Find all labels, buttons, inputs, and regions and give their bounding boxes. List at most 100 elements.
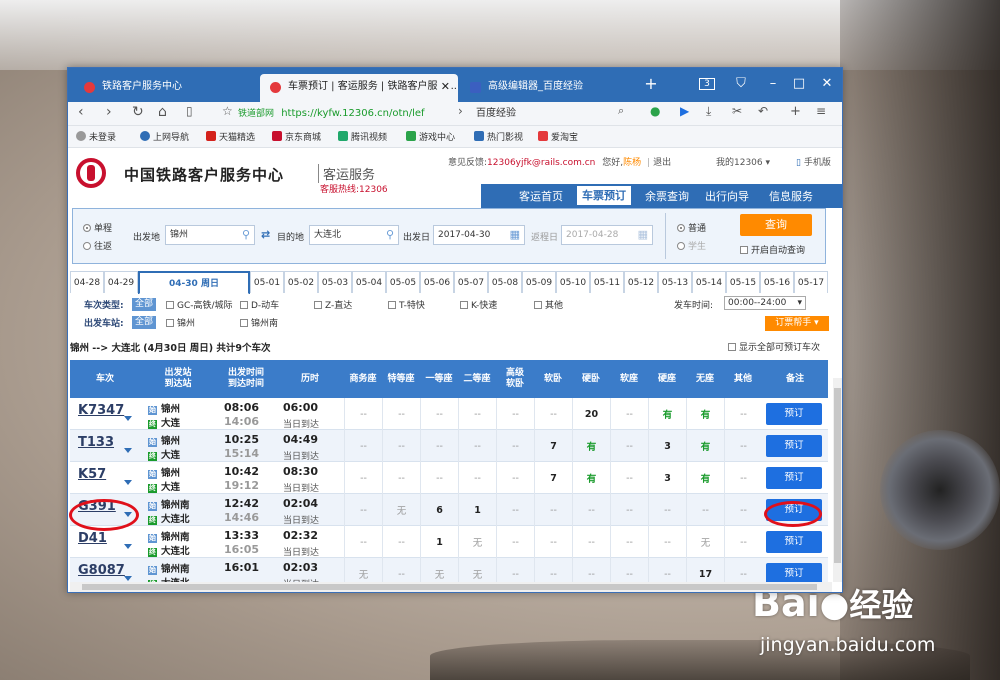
tab-booking[interactable]: 车票预订 | 客运服务 | 铁路客户服务... ✕: [260, 74, 458, 102]
trip-oneway[interactable]: 单程: [83, 221, 112, 234]
chevron-right-icon[interactable]: ›: [458, 104, 463, 118]
book-button[interactable]: 预订: [766, 403, 822, 425]
bookmark-login[interactable]: 未登录: [76, 130, 116, 143]
date-tab[interactable]: 05-05: [386, 271, 420, 293]
nav-info[interactable]: 信息服务: [769, 188, 813, 204]
scrollbar-thumb[interactable]: [82, 584, 817, 590]
train-type-other[interactable]: 其他: [534, 298, 563, 311]
bookmark-tmall[interactable]: 天猫精选: [206, 130, 255, 143]
menu-icon[interactable]: ≡: [816, 104, 826, 118]
bookmark-nav[interactable]: 上网导航: [140, 130, 189, 143]
date-tab[interactable]: 04-28: [70, 271, 104, 293]
tab-editor[interactable]: 高级编辑器_百度经验: [460, 74, 630, 102]
booking-helper-button[interactable]: 订票帮手 ▾: [765, 316, 829, 331]
chevron-down-icon[interactable]: [124, 448, 132, 453]
minimize-button[interactable]: –: [762, 74, 784, 94]
user-name-link[interactable]: 陈杨: [623, 158, 641, 168]
date-tab[interactable]: 05-14: [692, 271, 726, 293]
my12306-menu[interactable]: 我的12306 ▾: [716, 155, 770, 168]
ticket-student[interactable]: 学生: [677, 239, 706, 252]
add-icon[interactable]: +: [790, 104, 801, 119]
date-tab[interactable]: 04-29: [104, 271, 138, 293]
url-field[interactable]: 铁道部网 https://kyfw.12306.cn/otn/lef: [238, 104, 468, 124]
tab-count-badge[interactable]: 3: [696, 74, 718, 94]
window-close-button[interactable]: ✕: [816, 74, 838, 94]
horizontal-scrollbar[interactable]: [70, 582, 832, 592]
book-button[interactable]: 预订: [766, 435, 822, 457]
train-type-t[interactable]: T-特快: [388, 298, 425, 311]
feedback-email-link[interactable]: 12306yjfk@rails.com.cn: [487, 158, 595, 168]
show-all-toggle[interactable]: 显示全部可预订车次: [728, 340, 820, 353]
ticket-normal[interactable]: 普通: [677, 221, 706, 234]
date-tab[interactable]: 05-02: [284, 271, 318, 293]
date-tab[interactable]: 05-03: [318, 271, 352, 293]
bookmark-jd[interactable]: 京东商城: [272, 130, 321, 143]
nav-guide[interactable]: 出行向导: [705, 188, 749, 204]
chevron-down-icon[interactable]: [124, 480, 132, 485]
search-button[interactable]: 查询: [740, 214, 812, 236]
date-tab[interactable]: 05-04: [352, 271, 386, 293]
train-number-link[interactable]: G8087: [78, 563, 125, 578]
undo-icon[interactable]: ↶: [758, 104, 768, 118]
date-tab[interactable]: 05-06: [420, 271, 454, 293]
date-tab[interactable]: 05-15: [726, 271, 760, 293]
nav-remaining[interactable]: 余票查询: [645, 188, 689, 204]
search-icon[interactable]: ⌕: [618, 104, 624, 118]
train-type-z[interactable]: Z-直达: [314, 298, 352, 311]
search-input[interactable]: 百度经验: [476, 104, 636, 124]
date-tab[interactable]: 05-07: [454, 271, 488, 293]
departure-time-select[interactable]: 00:00--24:00 ▾: [724, 296, 806, 310]
station-all[interactable]: 全部: [132, 316, 157, 329]
play-icon[interactable]: ▶: [680, 104, 689, 118]
bookmark-games[interactable]: 游戏中心: [406, 130, 455, 143]
maximize-button[interactable]: □: [788, 74, 810, 94]
return-date-input[interactable]: 2017-04-28 ▦: [561, 225, 653, 245]
from-input[interactable]: 锦州 ⚲: [165, 225, 255, 245]
home-icon[interactable]: ⌂: [158, 104, 167, 120]
train-number-link[interactable]: D41: [78, 531, 107, 546]
book-button[interactable]: 预订: [766, 531, 822, 553]
column-header[interactable]: 历时: [276, 360, 344, 398]
new-tab-button[interactable]: +: [640, 74, 662, 94]
star-icon[interactable]: ☆: [222, 104, 233, 118]
swap-icon[interactable]: ⇄: [261, 228, 270, 241]
date-tab[interactable]: 05-11: [590, 271, 624, 293]
bookmark-movies[interactable]: 热门影视: [474, 130, 523, 143]
back-icon[interactable]: ‹: [78, 104, 84, 120]
cut-icon[interactable]: ✂: [732, 104, 742, 118]
date-tab[interactable]: 05-01: [250, 271, 284, 293]
train-type-k[interactable]: K-快速: [460, 298, 497, 311]
logout-link[interactable]: 退出: [653, 158, 671, 168]
chevron-down-icon[interactable]: [124, 416, 132, 421]
close-icon[interactable]: ✕: [437, 74, 450, 100]
train-number-link[interactable]: K57: [78, 467, 106, 482]
station-jinzhou-south[interactable]: 锦州南: [240, 316, 278, 329]
date-tab[interactable]: 05-16: [760, 271, 794, 293]
train-type-all[interactable]: 全部: [132, 298, 157, 311]
reload-icon[interactable]: ↻: [132, 104, 144, 120]
date-tab[interactable]: 05-12: [624, 271, 658, 293]
bookmark-taobao[interactable]: 爱淘宝: [538, 130, 578, 143]
auto-query-toggle[interactable]: 开启自动查询: [740, 243, 805, 256]
date-input[interactable]: 2017-04-30 ▦: [433, 225, 525, 245]
chevron-down-icon[interactable]: [124, 576, 132, 581]
date-tab[interactable]: 05-13: [658, 271, 692, 293]
bookmark-tencent-video[interactable]: 腾讯视频: [338, 130, 387, 143]
column-header[interactable]: 出发站 到达站: [140, 360, 216, 398]
vertical-scrollbar[interactable]: [833, 378, 842, 582]
train-type-d[interactable]: D-动车: [240, 298, 279, 311]
nav-home[interactable]: 客运首页: [519, 188, 563, 204]
station-jinzhou[interactable]: 锦州: [166, 316, 195, 329]
train-type-gc[interactable]: GC-高铁/城际: [166, 298, 233, 311]
chat-icon[interactable]: ●: [650, 104, 660, 118]
date-tab[interactable]: 05-17: [794, 271, 828, 293]
nav-booking[interactable]: 车票预订: [577, 186, 631, 205]
forward-icon[interactable]: ›: [106, 104, 112, 120]
train-number-link[interactable]: T133: [78, 435, 114, 450]
date-tab[interactable]: 05-10: [556, 271, 590, 293]
trip-return[interactable]: 往返: [83, 239, 112, 252]
book-button[interactable]: 预订: [766, 467, 822, 489]
date-tab[interactable]: 04-30 周日: [138, 271, 250, 295]
date-tab[interactable]: 05-08: [488, 271, 522, 293]
shirt-icon[interactable]: ⛉: [730, 74, 752, 94]
